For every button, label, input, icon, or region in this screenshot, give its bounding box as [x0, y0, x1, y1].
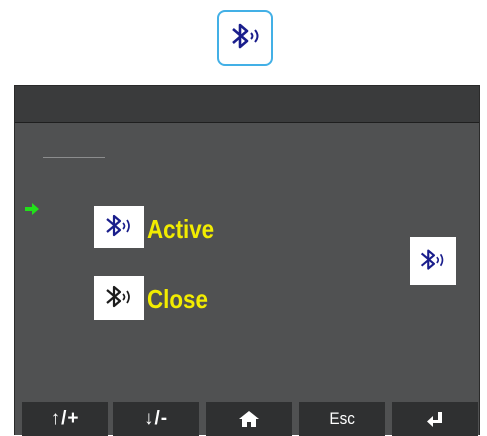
enter-icon: [427, 412, 442, 427]
device-screen: Active Close ↑/+ ↓/- Esc: [14, 85, 480, 436]
arrow-right-icon: [25, 203, 39, 215]
enter-button[interactable]: [392, 402, 478, 436]
menu-item-close-icon[interactable]: [94, 276, 144, 320]
divider-line: [43, 157, 105, 158]
bluetooth-icon: [106, 285, 130, 308]
up-plus-icon: ↑/+: [50, 408, 80, 429]
home-icon: [239, 411, 259, 427]
esc-label: Esc: [329, 409, 355, 428]
bluetooth-status-icon: [410, 237, 456, 285]
down-minus-icon: ↓/-: [143, 408, 169, 429]
header-bar: [15, 86, 479, 123]
menu-item-active-label[interactable]: Active: [147, 214, 214, 244]
bluetooth-icon: [106, 214, 130, 237]
bluetooth-icon: [420, 249, 444, 270]
bluetooth-icon: [232, 23, 259, 49]
bluetooth-title-icon: [217, 10, 273, 66]
home-button[interactable]: [206, 402, 292, 436]
softkey-bar: ↑/+ ↓/- Esc: [15, 402, 479, 436]
menu-item-active-icon[interactable]: [94, 206, 144, 248]
up-plus-button[interactable]: ↑/+: [22, 402, 108, 436]
down-minus-button[interactable]: ↓/-: [113, 402, 199, 436]
esc-button[interactable]: Esc: [299, 402, 385, 436]
menu-item-close-label[interactable]: Close: [147, 284, 208, 314]
